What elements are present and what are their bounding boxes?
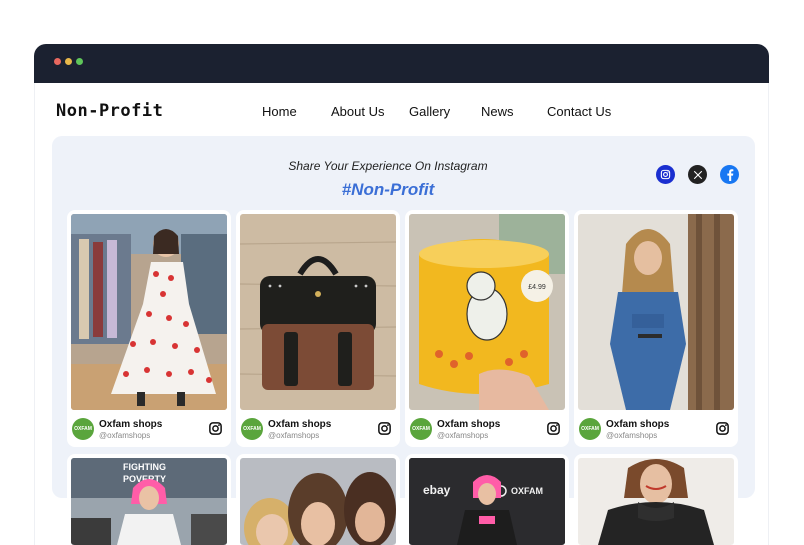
banner-text-oxfam: OXFAM	[511, 486, 543, 496]
author-avatar: OXFAM	[72, 418, 94, 440]
nav-contact-us[interactable]: Contact Us	[547, 104, 611, 119]
post-card[interactable]: FIGHTING POVERTY	[67, 454, 231, 545]
facebook-icon[interactable]	[720, 165, 739, 184]
x-icon[interactable]	[688, 165, 707, 184]
nav-news[interactable]: News	[481, 104, 514, 119]
post-photo[interactable]	[240, 458, 396, 545]
post-card[interactable]	[236, 454, 400, 545]
instagram-icon[interactable]	[546, 421, 561, 436]
author-avatar: OXFAM	[241, 418, 263, 440]
author-name[interactable]: Oxfam shops	[606, 419, 669, 430]
post-card[interactable]: £4.99 OXFAM Oxfam shops @oxfamshops	[405, 210, 569, 447]
post-card[interactable]: ebay OXFAM	[405, 454, 569, 545]
post-card[interactable]: OXFAM Oxfam shops @oxfamshops	[574, 210, 738, 447]
instagram-icon[interactable]	[377, 421, 392, 436]
post-card[interactable]: OXFAM Oxfam shops @oxfamshops	[67, 210, 231, 447]
author-handle: @oxfamshops	[606, 431, 658, 440]
instagram-icon[interactable]	[715, 421, 730, 436]
author-avatar: OXFAM	[410, 418, 432, 440]
page-content: Non-Profit Home About Us Gallery News Co…	[34, 83, 769, 545]
price-sticker: £4.99	[528, 284, 546, 291]
browser-window: Non-Profit Home About Us Gallery News Co…	[34, 44, 769, 545]
post-photo[interactable]	[240, 214, 396, 410]
instagram-icon[interactable]	[656, 165, 675, 184]
post-photo[interactable]: £4.99	[409, 214, 565, 410]
author-avatar: OXFAM	[579, 418, 601, 440]
post-photo[interactable]	[578, 214, 734, 410]
post-card[interactable]: OXFAM Oxfam shops @oxfamshops	[236, 210, 400, 447]
feed-hashtag[interactable]: #Non-Profit	[52, 180, 724, 200]
post-photo[interactable]: ebay OXFAM	[409, 458, 565, 545]
banner-text-ebay: ebay	[423, 483, 451, 497]
instagram-icon[interactable]	[208, 421, 223, 436]
nav-about-us[interactable]: About Us	[331, 104, 384, 119]
author-handle: @oxfamshops	[99, 431, 151, 440]
post-photo[interactable]	[71, 214, 227, 410]
author-name[interactable]: Oxfam shops	[437, 419, 500, 430]
author-name[interactable]: Oxfam shops	[268, 419, 331, 430]
author-name[interactable]: Oxfam shops	[99, 419, 162, 430]
post-card[interactable]	[574, 454, 738, 545]
window-titlebar	[34, 44, 769, 83]
feed-subtitle: Share Your Experience On Instagram	[288, 159, 488, 173]
nav-home[interactable]: Home	[262, 104, 297, 119]
post-photo[interactable]: FIGHTING POVERTY	[71, 458, 227, 545]
banner-text-fighting: FIGHTING	[123, 462, 166, 472]
post-photo[interactable]	[578, 458, 734, 545]
minimize-window-dot[interactable]	[65, 58, 72, 65]
maximize-window-dot[interactable]	[76, 58, 83, 65]
nav-gallery[interactable]: Gallery	[409, 104, 450, 119]
close-window-dot[interactable]	[54, 58, 61, 65]
author-handle: @oxfamshops	[437, 431, 489, 440]
brand-logo[interactable]: Non-Profit	[56, 101, 163, 121]
author-handle: @oxfamshops	[268, 431, 320, 440]
